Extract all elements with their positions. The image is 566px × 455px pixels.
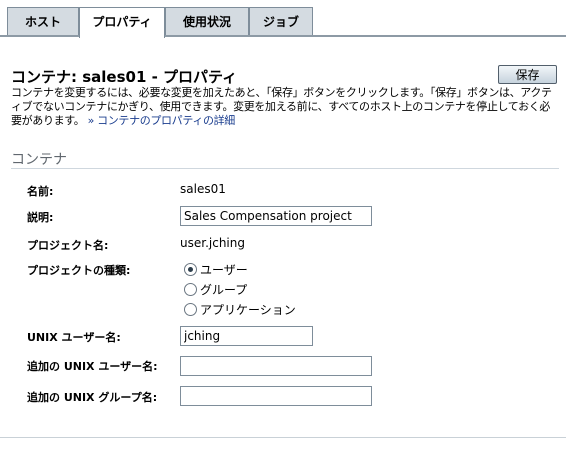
radio-application-label: アプリケーション — [200, 303, 296, 317]
unix-user-label: UNIX ユーザー名: — [27, 331, 121, 344]
radio-user[interactable]: ユーザー — [184, 263, 248, 279]
tab-usage[interactable]: 使用状況 — [165, 7, 249, 35]
radio-group-label: グループ — [200, 283, 248, 297]
radio-user-button[interactable] — [184, 263, 197, 276]
radio-application-button[interactable] — [184, 303, 197, 316]
radio-user-label: ユーザー — [200, 263, 248, 277]
tab-jobs[interactable]: ジョブ — [249, 7, 313, 35]
extra-unix-user-label: 追加の UNIX ユーザー名: — [27, 360, 158, 373]
tab-bar: ホスト プロパティ 使用状況 ジョブ — [0, 0, 566, 38]
tab-hosts[interactable]: ホスト — [7, 7, 79, 35]
name-label: 名前: — [27, 185, 54, 198]
project-type-label: プロジェクトの種類: — [27, 264, 131, 277]
project-name-label: プロジェクト名: — [27, 239, 109, 252]
radio-application[interactable]: アプリケーション — [184, 303, 296, 319]
details-link[interactable]: » コンテナのプロパティの詳細 — [88, 114, 236, 127]
extra-unix-group-input[interactable] — [180, 386, 372, 406]
name-value: sales01 — [180, 182, 226, 196]
extra-unix-user-input[interactable] — [180, 356, 372, 376]
project-name-value: user.jching — [180, 236, 245, 250]
section-title: コンテナ — [11, 152, 67, 168]
page-description: コンテナを変更するには、必要な変更を加えたあと、「保存」ボタンをクリックします。… — [11, 86, 559, 128]
section-divider — [11, 168, 559, 169]
radio-group[interactable]: グループ — [184, 283, 247, 299]
page-title: コンテナ: sales01 - プロパティ — [11, 68, 238, 86]
bottom-divider — [0, 437, 566, 438]
radio-group-button[interactable] — [184, 283, 197, 296]
unix-user-input[interactable] — [180, 326, 313, 346]
description-label: 説明: — [27, 211, 54, 224]
extra-unix-group-label: 追加の UNIX グループ名: — [27, 391, 158, 404]
save-button[interactable]: 保存 — [498, 65, 557, 84]
description-input[interactable] — [180, 206, 372, 226]
tab-properties[interactable]: プロパティ — [79, 7, 165, 38]
